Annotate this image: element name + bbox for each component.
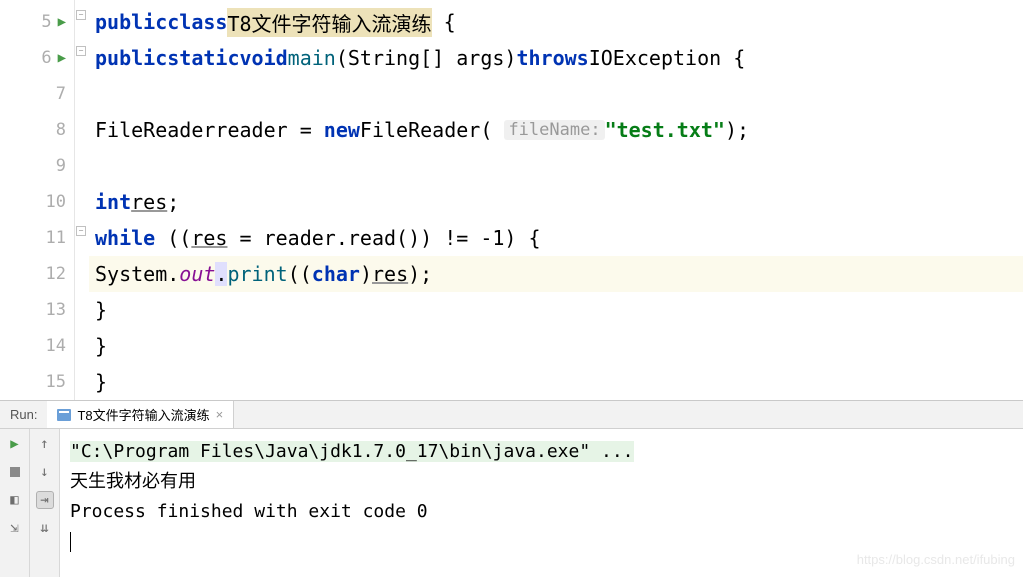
- line-number: 8: [56, 120, 66, 140]
- line-number: 5: [41, 12, 51, 32]
- code-line[interactable]: [89, 76, 1023, 112]
- console-line: 天生我材必有用: [70, 467, 1013, 497]
- code-line-current[interactable]: System.out.print((char)res);: [89, 256, 1023, 292]
- gutter-row[interactable]: 12: [0, 256, 74, 292]
- down-icon[interactable]: ↓: [36, 463, 54, 481]
- run-header: Run: T8文件字符输入流演练 ×: [0, 401, 1023, 429]
- run-toolbar-right: ↑ ↓ ⇥ ⇊: [30, 429, 60, 577]
- code-line[interactable]: while ((res = reader.read()) != -1) {: [89, 220, 1023, 256]
- line-number: 15: [46, 372, 66, 392]
- code-line[interactable]: int res;: [89, 184, 1023, 220]
- fold-marker-icon[interactable]: −: [76, 10, 86, 20]
- gutter-row[interactable]: 13: [0, 292, 74, 328]
- soft-wrap-icon[interactable]: ⇥: [36, 491, 54, 509]
- class-name: T8文件字符输入流演练: [227, 8, 431, 37]
- caret-icon: [70, 532, 71, 552]
- gutter-row[interactable]: 5▶: [0, 4, 74, 40]
- console-line: Process finished with exit code 0: [70, 497, 1013, 527]
- gutter-row[interactable]: 8: [0, 112, 74, 148]
- line-number: 7: [56, 84, 66, 104]
- line-number: 11: [46, 228, 66, 248]
- layout-icon[interactable]: ◧: [6, 491, 24, 509]
- gutter: 5▶ 6▶ 7 8 9 10 11 12 13 14 15: [0, 0, 75, 400]
- up-icon[interactable]: ↑: [36, 435, 54, 453]
- run-label: Run:: [0, 407, 47, 422]
- watermark: https://blog.csdn.net/ifubing: [857, 545, 1015, 575]
- line-number: 6: [41, 48, 51, 68]
- rerun-icon[interactable]: ▶: [6, 435, 24, 453]
- gutter-row[interactable]: 14: [0, 328, 74, 364]
- code-editor: 5▶ 6▶ 7 8 9 10 11 12 13 14 15 − − − publ…: [0, 0, 1023, 400]
- gutter-row[interactable]: 9: [0, 148, 74, 184]
- line-number: 10: [46, 192, 66, 212]
- close-icon[interactable]: ×: [216, 407, 224, 422]
- code-line[interactable]: public class T8文件字符输入流演练 {: [89, 4, 1023, 40]
- gutter-row[interactable]: 11: [0, 220, 74, 256]
- run-tool-window: Run: T8文件字符输入流演练 × ▶ ◧ ⇲ ↑ ↓ ⇥ ⇊ "C:\Pro…: [0, 400, 1023, 577]
- code-area[interactable]: public class T8文件字符输入流演练 { public static…: [89, 0, 1023, 400]
- code-line[interactable]: }: [89, 292, 1023, 328]
- gutter-row[interactable]: 6▶: [0, 40, 74, 76]
- gutter-row[interactable]: 15: [0, 364, 74, 400]
- fold-marker-icon[interactable]: −: [76, 46, 86, 56]
- run-body: ▶ ◧ ⇲ ↑ ↓ ⇥ ⇊ "C:\Program Files\Java\jdk…: [0, 429, 1023, 577]
- code-line[interactable]: }: [89, 364, 1023, 400]
- line-number: 13: [46, 300, 66, 320]
- code-line[interactable]: }: [89, 328, 1023, 364]
- code-line[interactable]: public static void main(String[] args) t…: [89, 40, 1023, 76]
- scroll-to-end-icon[interactable]: ⇊: [36, 519, 54, 537]
- fold-marker-icon[interactable]: −: [76, 226, 86, 236]
- stop-icon[interactable]: [6, 463, 24, 481]
- line-number: 14: [46, 336, 66, 356]
- console-line: "C:\Program Files\Java\jdk1.7.0_17\bin\j…: [70, 437, 1013, 467]
- gutter-row[interactable]: 10: [0, 184, 74, 220]
- run-tab-title: T8文件字符输入流演练: [77, 405, 209, 424]
- run-tab[interactable]: T8文件字符输入流演练 ×: [47, 401, 234, 428]
- run-toolbar-left: ▶ ◧ ⇲: [0, 429, 30, 577]
- run-gutter-icon[interactable]: ▶: [58, 50, 66, 66]
- fold-column: − − −: [75, 0, 89, 400]
- line-number: 12: [46, 264, 66, 284]
- gutter-row[interactable]: 7: [0, 76, 74, 112]
- console-output[interactable]: "C:\Program Files\Java\jdk1.7.0_17\bin\j…: [60, 429, 1023, 577]
- run-gutter-icon[interactable]: ▶: [58, 14, 66, 30]
- code-line[interactable]: FileReader reader = new FileReader( file…: [89, 112, 1023, 148]
- line-number: 9: [56, 156, 66, 176]
- parameter-hint: fileName:: [504, 120, 604, 140]
- code-line[interactable]: [89, 148, 1023, 184]
- application-icon: [57, 409, 71, 421]
- exit-icon[interactable]: ⇲: [6, 519, 24, 537]
